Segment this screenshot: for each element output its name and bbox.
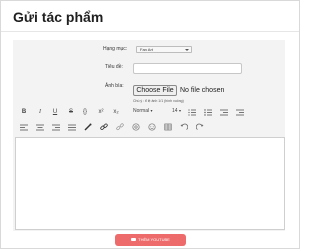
align-center-icon[interactable] bbox=[36, 124, 44, 131]
align-left-icon[interactable] bbox=[20, 124, 28, 131]
align-justify-icon[interactable] bbox=[68, 124, 76, 131]
chevron-down-icon: ▾ bbox=[150, 108, 153, 113]
chevron-down-icon bbox=[185, 49, 189, 51]
strike-button[interactable]: S bbox=[67, 108, 75, 116]
category-value: Fan Art bbox=[140, 47, 153, 52]
category-select[interactable]: Fan Art bbox=[136, 46, 192, 53]
underline-button[interactable]: U bbox=[51, 108, 59, 116]
cover-hint: Chú ý : tỉ lệ ảnh 1/1 (hình vuông) bbox=[133, 99, 184, 103]
italic-button[interactable]: I bbox=[36, 108, 44, 116]
undo-icon[interactable] bbox=[180, 123, 188, 131]
emoji-icon[interactable] bbox=[148, 123, 156, 131]
redo-icon[interactable] bbox=[196, 123, 204, 131]
add-youtube-label: THÊM YOUTUBE bbox=[138, 237, 170, 242]
indent-decrease-icon[interactable] bbox=[220, 109, 228, 116]
image-icon[interactable] bbox=[132, 123, 140, 131]
font-size-select[interactable]: 14 ▾ bbox=[172, 108, 181, 114]
bullet-list-icon[interactable] bbox=[204, 109, 212, 116]
format-value: Normal bbox=[133, 108, 150, 114]
indent-increase-icon[interactable] bbox=[236, 109, 244, 116]
subscript-button[interactable]: x₂ bbox=[112, 108, 120, 116]
align-right-icon[interactable] bbox=[52, 124, 60, 131]
title-divider bbox=[1, 31, 299, 32]
file-status: No file chosen bbox=[180, 87, 225, 94]
choose-file-button[interactable]: Choose File bbox=[133, 85, 177, 96]
font-size-value: 14 bbox=[172, 108, 178, 114]
code-button[interactable]: {} bbox=[81, 108, 89, 116]
editor-area[interactable] bbox=[15, 137, 285, 230]
link-icon[interactable] bbox=[100, 123, 108, 131]
title-label: Tiêu đề: bbox=[105, 64, 123, 70]
add-youtube-button[interactable]: THÊM YOUTUBE bbox=[115, 234, 186, 246]
category-label: Hạng mục: bbox=[103, 46, 128, 52]
format-select[interactable]: Normal ▾ bbox=[133, 108, 153, 114]
table-icon[interactable] bbox=[164, 123, 172, 131]
superscript-button[interactable]: x² bbox=[97, 108, 105, 116]
submit-work-dialog: Gửi tác phẩm Hạng mục: Fan Art Tiêu đề: … bbox=[0, 0, 300, 249]
bold-button[interactable]: B bbox=[20, 108, 28, 116]
unlink-icon[interactable] bbox=[116, 123, 124, 131]
youtube-icon bbox=[131, 237, 137, 242]
brush-icon[interactable] bbox=[84, 123, 92, 131]
cover-label: Ảnh bìa: bbox=[105, 83, 124, 89]
chevron-down-icon: ▾ bbox=[178, 108, 181, 113]
dialog-title: Gửi tác phẩm bbox=[13, 9, 104, 25]
ordered-list-icon[interactable] bbox=[188, 109, 196, 116]
title-input[interactable] bbox=[133, 63, 242, 74]
